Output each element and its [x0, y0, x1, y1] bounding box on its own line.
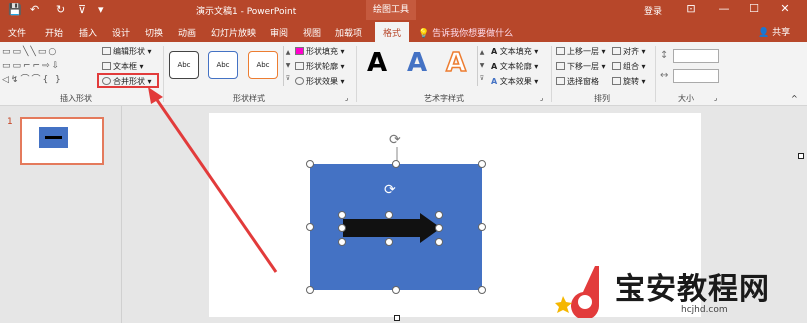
rotate-handle-icon[interactable]: ⟳ [384, 182, 396, 198]
resize-handle[interactable] [392, 286, 400, 294]
resize-handle[interactable] [435, 224, 443, 232]
resize-handle[interactable] [306, 286, 314, 294]
resize-handle[interactable] [392, 160, 400, 168]
resize-handle[interactable] [478, 223, 486, 231]
annotation-arrow [148, 87, 278, 273]
resize-handle[interactable] [338, 224, 346, 232]
watermark: 宝安教程网 hcjhd.com [555, 262, 805, 320]
resize-handle[interactable] [306, 160, 314, 168]
resize-handle[interactable] [306, 223, 314, 231]
resize-handle[interactable] [338, 211, 346, 219]
slide-resize-handle[interactable] [394, 315, 400, 321]
watermark-url: hcjhd.com [681, 305, 728, 315]
resize-handle[interactable] [338, 238, 346, 246]
rotate-handle-icon[interactable]: ⟳ [389, 132, 401, 148]
slide-resize-handle[interactable] [798, 153, 804, 159]
resize-handle[interactable] [478, 160, 486, 168]
resize-handle[interactable] [435, 238, 443, 246]
watermark-text: 宝安教程网 [615, 272, 770, 307]
watermark-logo [555, 266, 599, 318]
resize-handle[interactable] [385, 238, 393, 246]
resize-handle[interactable] [435, 211, 443, 219]
resize-handle[interactable] [478, 286, 486, 294]
resize-handle[interactable] [385, 211, 393, 219]
